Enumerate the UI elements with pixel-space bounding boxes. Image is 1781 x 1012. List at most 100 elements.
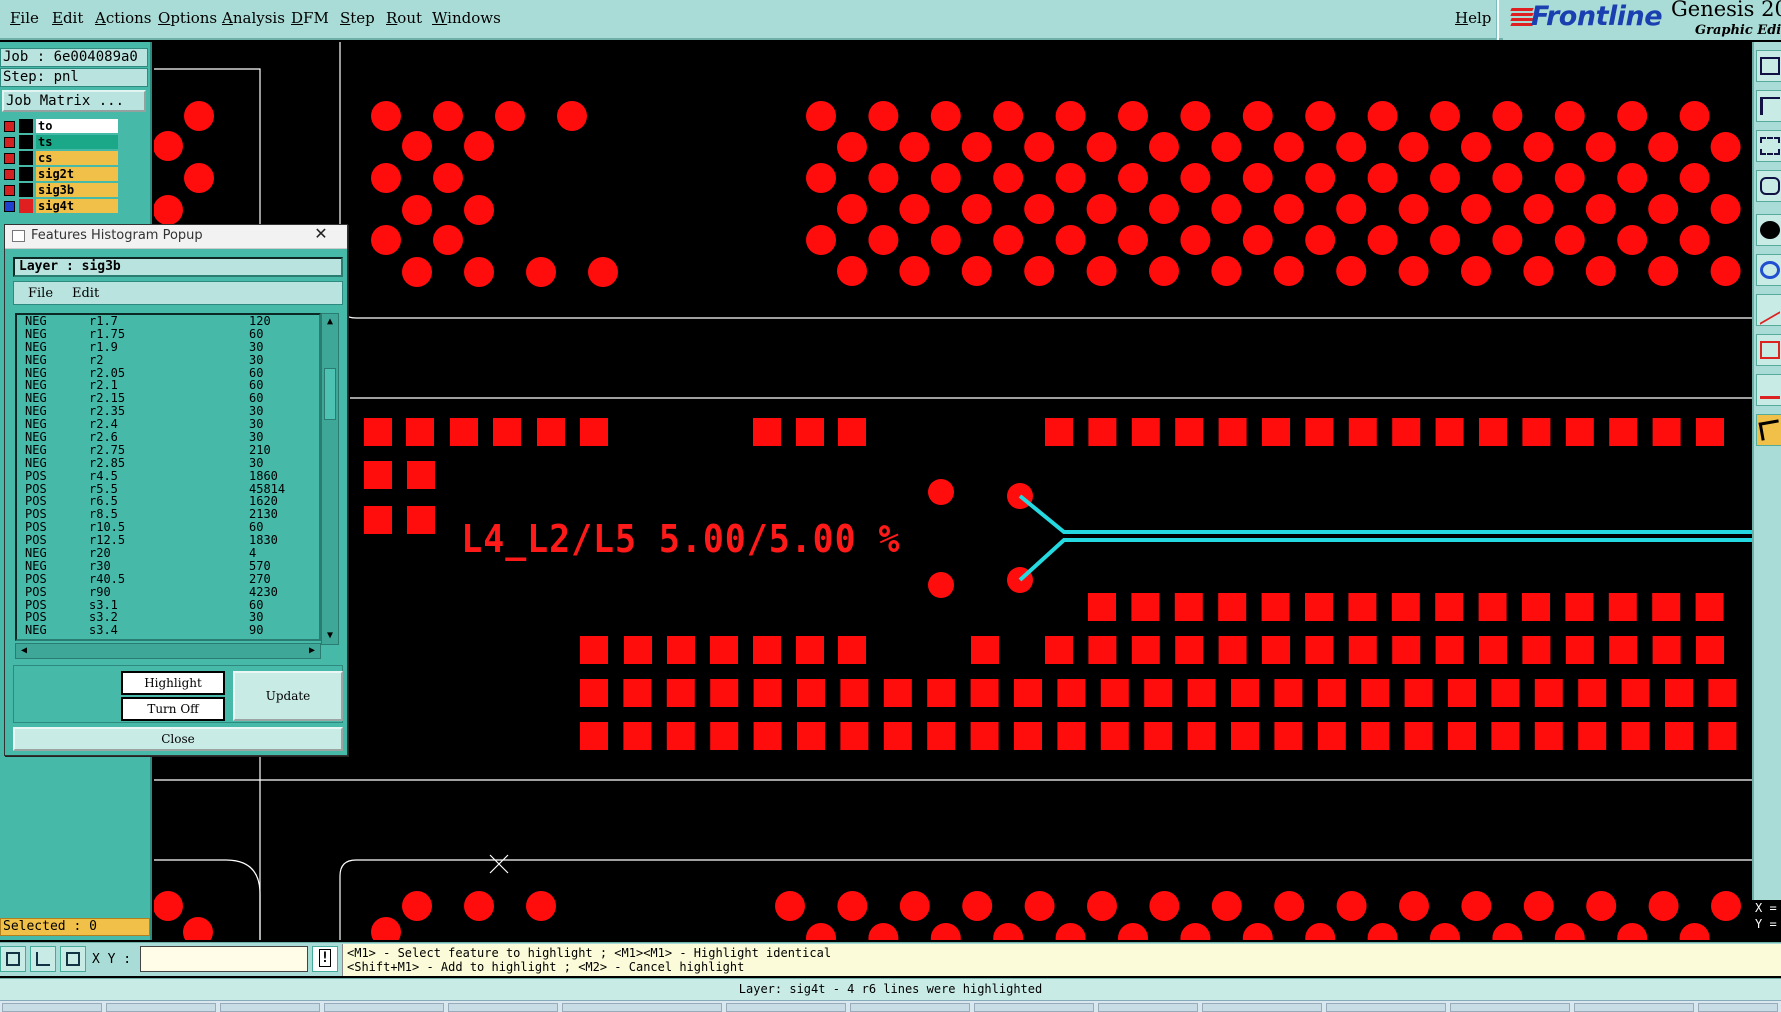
layer-visibility-checkbox[interactable] [4, 137, 15, 148]
menu-analysis[interactable]: Analysis [222, 9, 285, 27]
tool-select-button[interactable] [1756, 414, 1781, 446]
taskbar-item[interactable] [1450, 1003, 1570, 1012]
menu-windows[interactable]: Windows [432, 9, 501, 27]
histogram-row[interactable]: NEG r2.75 210 [17, 443, 319, 457]
scroll-left-icon[interactable]: ◀ [17, 644, 31, 658]
histogram-row[interactable]: NEG r30 570 [17, 559, 319, 573]
layer-row[interactable]: sig2t [0, 166, 120, 182]
histogram-horizontal-scrollbar[interactable]: ◀ ▶ [15, 643, 321, 659]
menu-options[interactable]: Options [158, 9, 217, 27]
taskbar-item[interactable] [324, 1003, 444, 1012]
graphic-canvas[interactable]: L4_L2/L5 5.00/5.00 % [154, 42, 1752, 940]
layer-row[interactable]: cs [0, 150, 120, 166]
tool-resize-button[interactable] [1756, 130, 1781, 162]
menu-actions[interactable]: Actions [95, 9, 151, 27]
tool-clipboard-button[interactable] [1756, 50, 1781, 82]
pan-tool-button[interactable] [30, 946, 56, 972]
taskbar-item[interactable] [1098, 1003, 1198, 1012]
layer-visibility-checkbox[interactable] [4, 121, 15, 132]
taskbar-item[interactable] [1698, 1003, 1778, 1012]
taskbar-item[interactable] [1202, 1003, 1322, 1012]
histogram-row[interactable]: NEG r2.85 30 [17, 456, 319, 470]
histogram-row[interactable]: NEG r2.6 30 [17, 431, 319, 444]
layer-visibility-checkbox[interactable] [4, 201, 15, 212]
layer-visibility-checkbox[interactable] [4, 153, 15, 164]
histogram-row[interactable]: NEG r2.35 30 [17, 405, 319, 418]
tool-snap-button[interactable] [1756, 334, 1781, 366]
popup-close-icon[interactable]: ✕ [301, 225, 341, 245]
histogram-row[interactable]: POS r8.5 2130 [17, 508, 319, 521]
tool-camera-button[interactable] [1756, 170, 1781, 202]
histogram-row[interactable]: POS r90 4230 [17, 585, 319, 599]
tool-measure-button[interactable] [1756, 374, 1781, 406]
round-pad [1617, 225, 1648, 255]
layer-visibility-checkbox[interactable] [4, 185, 15, 196]
histogram-row[interactable]: NEG s3.4 90 [17, 624, 319, 637]
scroll-right-icon[interactable]: ▶ [305, 644, 319, 658]
menu-step[interactable]: Step [340, 9, 375, 27]
histogram-row[interactable]: NEG r2.1 60 [17, 379, 319, 392]
warning-button[interactable]: ! [312, 946, 338, 972]
taskbar-item[interactable] [1574, 1003, 1694, 1012]
histogram-list[interactable]: NEG r1.7 120 NEG r1.75 60 NEG r1.9 30 NEG r2 30 NEG r… [15, 313, 321, 641]
tool-net-button[interactable] [1756, 254, 1781, 286]
histogram-row[interactable]: NEG r2.05 60 [17, 366, 319, 380]
turn-off-button[interactable]: Turn Off [121, 697, 225, 721]
histogram-row[interactable]: POS r4.5 1860 [17, 469, 319, 483]
layer-row[interactable]: to [0, 118, 120, 134]
close-button[interactable]: Close [13, 727, 343, 751]
menu-dfm[interactable]: DFM [291, 9, 329, 27]
taskbar-item[interactable] [974, 1003, 1094, 1012]
scroll-thumb[interactable] [324, 368, 336, 420]
update-button[interactable]: Update [233, 671, 343, 721]
xy-input[interactable] [140, 946, 308, 972]
round-pad [837, 132, 867, 162]
layer-row[interactable]: sig4t [0, 198, 120, 214]
layer-visibility-checkbox[interactable] [4, 169, 15, 180]
histogram-row[interactable]: NEG r1.75 60 [17, 327, 319, 341]
histogram-row[interactable]: NEG r1.7 120 [17, 315, 319, 328]
histogram-row[interactable]: NEG r1.9 30 [17, 340, 319, 354]
tool-pad-button[interactable] [1756, 214, 1781, 246]
origin-cross-icon [489, 854, 509, 874]
histogram-row[interactable]: NEG r20 4 [17, 547, 319, 560]
square-pad [1522, 593, 1550, 621]
job-matrix-button[interactable]: Job Matrix ... [2, 90, 146, 112]
grid-tool-button[interactable] [60, 946, 86, 972]
histogram-row[interactable]: POS r12.5 1830 [17, 534, 319, 547]
square-pad [1491, 679, 1520, 707]
taskbar-item[interactable] [106, 1003, 216, 1012]
taskbar-item[interactable] [448, 1003, 558, 1012]
taskbar-item[interactable] [2, 1003, 102, 1012]
menu-rout[interactable]: Rout [386, 9, 422, 27]
taskbar-item[interactable] [1326, 1003, 1446, 1012]
scroll-up-icon[interactable]: ▲ [323, 315, 337, 329]
scroll-down-icon[interactable]: ▼ [323, 629, 337, 643]
tool-move-button[interactable] [1756, 90, 1781, 122]
histogram-row[interactable]: NEG r2 30 [17, 353, 319, 367]
round-pad [1274, 891, 1305, 921]
round-pad [1273, 256, 1304, 286]
popup-titlebar[interactable]: Features Histogram Popup ✕ [5, 225, 347, 249]
histogram-row[interactable]: POS r40.5 270 [17, 572, 319, 586]
histogram-row[interactable]: NEG r2.15 60 [17, 392, 319, 405]
taskbar-item[interactable] [562, 1003, 722, 1012]
histogram-row[interactable]: NEG r2.4 30 [17, 418, 319, 431]
tool-line-button[interactable] [1756, 294, 1781, 326]
taskbar-item[interactable] [220, 1003, 320, 1012]
highlight-button[interactable]: Highlight [121, 671, 225, 695]
taskbar-item[interactable] [726, 1003, 846, 1012]
taskbar-item[interactable] [850, 1003, 970, 1012]
histogram-vertical-scrollbar[interactable]: ▲ ▼ [321, 313, 339, 645]
zoom-tool-button[interactable] [0, 946, 26, 972]
menu-file[interactable]: File [10, 9, 39, 27]
menu-edit[interactable]: Edit [52, 9, 83, 27]
board-drawing[interactable]: L4_L2/L5 5.00/5.00 % [154, 42, 1752, 940]
menu-help[interactable]: Help [1455, 9, 1491, 27]
popup-menu-file[interactable]: File [28, 286, 53, 301]
histogram-row[interactable]: POS s3.1 60 [17, 598, 319, 612]
layer-row[interactable]: sig3b [0, 182, 120, 198]
layer-row[interactable]: ts [0, 134, 120, 150]
histogram-row[interactable]: POS s3.2 30 [17, 611, 319, 624]
popup-menu-edit[interactable]: Edit [72, 286, 99, 301]
